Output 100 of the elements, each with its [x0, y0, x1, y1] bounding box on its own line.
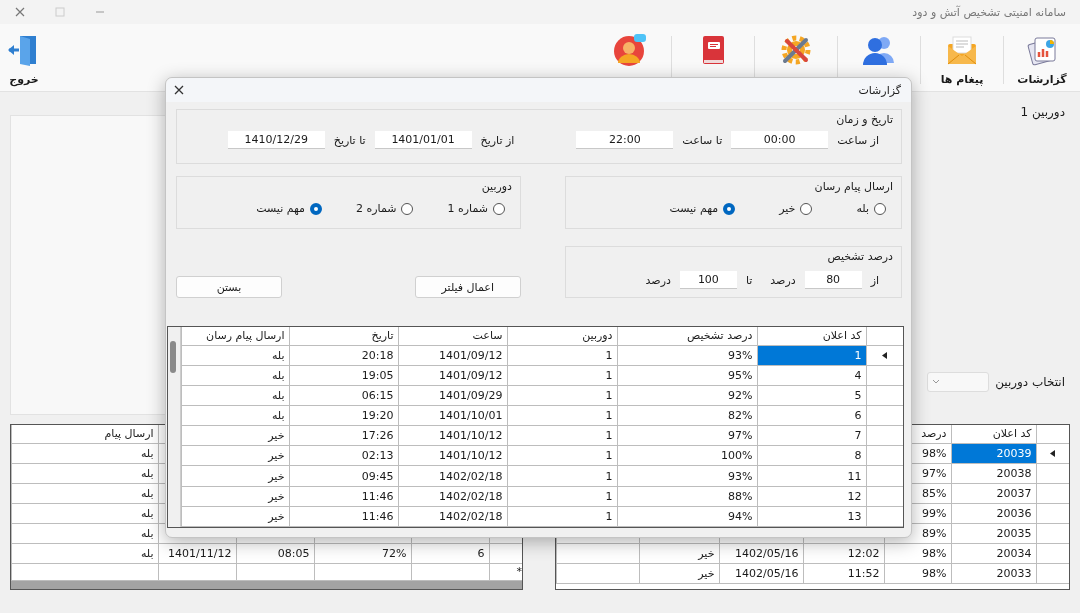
field-label: تا ساعت: [682, 133, 723, 147]
new-row-marker: *: [516, 565, 522, 578]
table-cell: 1: [507, 425, 617, 446]
envelope-icon: [945, 33, 979, 67]
table-cell: 20035: [951, 523, 1036, 543]
toolbar-button[interactable]: پیغام ها: [921, 24, 1003, 91]
table-cell: 06:15: [289, 385, 398, 406]
radio-button[interactable]: شماره 1: [447, 202, 505, 215]
radio-button[interactable]: بله: [856, 202, 886, 215]
table-cell: 19:20: [289, 405, 398, 426]
apply-filter-button[interactable]: اعمال فیلتر: [414, 276, 521, 298]
close-icon[interactable]: [174, 85, 184, 95]
table-cell: 1: [507, 486, 617, 507]
field-label: درصد: [770, 273, 796, 287]
gear-wrench-icon[interactable]: [779, 33, 813, 67]
table-cell: 4: [757, 365, 866, 386]
group-title: ارسال پیام رسان: [813, 180, 893, 193]
table-cell: 98%: [884, 543, 951, 563]
table-cell: 1401/10/01: [398, 405, 507, 426]
window-title: سامانه امنیتی تشخیص آتش و دود: [912, 5, 1066, 19]
table-cell: 09:45: [289, 465, 398, 487]
table-cell: 11:52: [803, 563, 884, 583]
table-cell: 1: [507, 385, 617, 406]
column-header: تاریخ: [289, 327, 398, 346]
table-cell: 11: [757, 465, 866, 487]
radio-button[interactable]: مهم نیست: [256, 202, 322, 215]
current-row-icon: [1050, 449, 1056, 457]
table-cell: 1401/10/12: [398, 425, 507, 446]
table-cell: 13: [757, 506, 866, 527]
table-cell: بله: [11, 543, 158, 563]
group-title: دوربین: [480, 180, 512, 193]
input-field[interactable]: 100: [679, 271, 737, 289]
table-cell: بله: [11, 443, 158, 463]
radio-button[interactable]: شماره 2: [356, 202, 414, 215]
input-field[interactable]: 1410/12/29: [227, 131, 325, 149]
current-row-icon: [882, 351, 888, 359]
table-cell: 08:05: [236, 543, 314, 563]
table-cell: 95%: [617, 365, 757, 386]
input-field[interactable]: 1401/01/01: [374, 131, 472, 149]
table-cell: 02:13: [289, 445, 398, 466]
scrollbar[interactable]: [11, 580, 522, 589]
table-cell: 98%: [884, 563, 951, 583]
table-cell: بله: [11, 463, 158, 483]
table-cell: 82%: [617, 405, 757, 426]
radio-button[interactable]: خیر: [779, 202, 813, 215]
field-label: از: [870, 273, 879, 287]
table-cell: 94%: [617, 506, 757, 527]
support-person-icon[interactable]: [613, 33, 647, 67]
toolbar-button[interactable]: گزارشات: [1004, 24, 1080, 91]
exit-button[interactable]: خروج: [0, 24, 48, 91]
field-label: درصد: [645, 273, 671, 287]
group-title: درصد تشخیص: [826, 250, 893, 263]
table-cell: 17:26: [289, 425, 398, 446]
table-cell: 1: [507, 365, 617, 386]
column-header: ساعت: [398, 327, 507, 346]
table-cell: خیر: [639, 563, 719, 583]
table-cell: 6: [757, 405, 866, 426]
table-cell: 97%: [617, 425, 757, 446]
table-cell: 20036: [951, 503, 1036, 523]
field-label: انتخاب دوربین: [995, 375, 1065, 389]
table-cell: 93%: [617, 465, 757, 487]
table-cell: 1: [507, 506, 617, 527]
caret-icon: [932, 379, 941, 385]
table-cell: 1402/02/18: [398, 506, 507, 527]
table-cell: 12:02: [803, 543, 884, 563]
table-cell: 20037: [951, 483, 1036, 503]
close-button[interactable]: بستن: [176, 276, 282, 298]
table-cell: 11:46: [289, 486, 398, 507]
table-cell: 1: [507, 445, 617, 466]
field-label: تا: [745, 273, 753, 287]
scrollbar[interactable]: [168, 327, 181, 527]
table-cell: 8: [757, 445, 866, 466]
table-cell: بله: [11, 523, 158, 543]
table-cell: 5: [757, 385, 866, 406]
table-cell: 6: [411, 543, 489, 563]
table-cell: 7: [757, 425, 866, 446]
table-cell: خیر: [639, 543, 719, 563]
table-cell: 20033: [951, 563, 1036, 583]
table-cell: 93%: [617, 345, 757, 366]
input-field[interactable]: 80: [804, 271, 862, 289]
camera-title: دوربین 1: [1019, 105, 1065, 119]
table-cell: 1402/05/16: [719, 543, 803, 563]
table-cell: 1401/09/12: [398, 345, 507, 366]
column-header: دوربین: [507, 327, 617, 346]
field-label: تا تاریخ: [333, 133, 366, 147]
radio-button[interactable]: مهم نیست: [669, 202, 736, 215]
table-cell: 20038: [951, 463, 1036, 483]
table-cell: 1: [507, 345, 617, 366]
table-cell: 1402/02/18: [398, 465, 507, 487]
table-cell: 20:18: [289, 345, 398, 366]
input-field[interactable]: 22:00: [576, 131, 674, 149]
table-cell: 72%: [314, 543, 411, 563]
table-cell: 1402/02/18: [398, 486, 507, 507]
table-cell: 1401/09/29: [398, 385, 507, 406]
table-cell: 19:05: [289, 365, 398, 386]
input-field[interactable]: 00:00: [731, 131, 829, 149]
table-cell: 20034: [951, 543, 1036, 563]
table-cell: 1401/10/12: [398, 445, 507, 466]
table-cell: 1401/09/12: [398, 365, 507, 386]
dialog-title: گزارشات: [858, 83, 901, 97]
